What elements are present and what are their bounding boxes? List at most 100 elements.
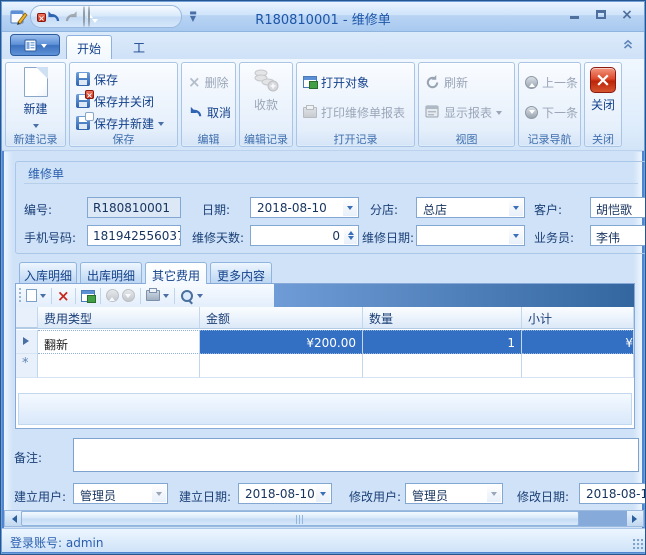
save-and-new-button[interactable]: 保存并新建 — [76, 113, 164, 133]
chevron-down-icon[interactable] — [163, 294, 169, 301]
group-label: 新建记录 — [6, 131, 65, 145]
chevron-down-icon[interactable] — [316, 485, 330, 502]
chevron-down-icon[interactable] — [487, 485, 501, 502]
save-button[interactable]: 保存 — [76, 69, 118, 89]
scroll-right-button[interactable] — [627, 511, 643, 526]
move-down-icon[interactable] — [122, 289, 135, 302]
chevron-down-icon[interactable] — [40, 294, 46, 301]
receive-payment-button[interactable]: 收款 — [240, 67, 292, 113]
modified-by-combo[interactable]: 管理员 — [405, 483, 503, 504]
field-label-bianhao: 编号: — [24, 201, 52, 218]
group-edit: × 删除 取消 编辑 — [181, 62, 236, 147]
new-row-asterisk-icon: * — [22, 356, 29, 371]
printer-icon — [303, 107, 317, 118]
refresh-icon — [425, 75, 440, 90]
open-object-button[interactable]: 打开对象 — [303, 72, 369, 92]
group-label: 编辑 — [182, 131, 235, 145]
current-row-arrow-icon — [23, 337, 33, 345]
maximize-button[interactable] — [594, 8, 608, 22]
delete-x-icon: × — [188, 75, 201, 89]
group-label: 关闭 — [585, 131, 621, 145]
save-and-close-button[interactable]: × 保存并关闭 — [76, 91, 154, 111]
chevron-down-icon[interactable] — [343, 199, 357, 216]
table-export-icon[interactable] — [81, 290, 95, 302]
cell-subtotal[interactable]: ¥ — [522, 330, 634, 354]
tab-outbound-detail[interactable]: 出库明细 — [80, 262, 142, 283]
magnifier-icon[interactable] — [180, 289, 194, 303]
scrollbar-thumb[interactable] — [21, 511, 579, 526]
save-new-icon — [76, 116, 90, 130]
yewuyuan-field[interactable]: 李伟 — [590, 225, 646, 246]
minimize-button[interactable] — [568, 8, 582, 22]
divider — [174, 288, 175, 304]
col-header-subtotal[interactable]: 小计 — [522, 307, 634, 328]
divider — [24, 183, 638, 184]
created-by-combo[interactable]: 管理员 — [73, 483, 168, 504]
tab-inbound-detail[interactable]: 入库明细 — [19, 262, 77, 283]
cell-qty[interactable]: 1 — [363, 330, 522, 354]
ribbon: 新建 新建记录 保存 × 保存并关闭 保存并新建 保存 × — [2, 59, 644, 151]
printer-icon[interactable] — [146, 290, 160, 301]
remark-textarea[interactable] — [73, 438, 639, 472]
wxriqi-combo[interactable] — [416, 225, 525, 246]
new-page-icon — [24, 67, 48, 97]
print-report-button[interactable]: 打印维修单报表 — [303, 102, 405, 122]
field-label-yewuyuan: 业务员: — [534, 229, 574, 246]
fendian-combo[interactable]: 总店 — [416, 197, 525, 218]
report-icon — [425, 105, 440, 119]
col-header-qty[interactable]: 数量 — [363, 307, 522, 328]
group-open-record: 打开对象 打印维修单报表 打开记录 — [296, 62, 415, 147]
scroll-left-button[interactable] — [5, 511, 21, 526]
close-window-button[interactable]: × — [620, 8, 634, 22]
delete-button[interactable]: × 删除 — [188, 72, 229, 92]
chevron-down-icon[interactable] — [509, 227, 523, 244]
col-header-amount[interactable]: 金额 — [200, 307, 363, 328]
tab-more-content[interactable]: 更多内容 — [210, 262, 272, 283]
group-new-record: 新建 新建记录 — [5, 62, 66, 147]
chevron-down-icon — [33, 124, 39, 131]
chevron-down-icon — [158, 122, 164, 129]
save-icon — [76, 72, 90, 86]
refresh-button[interactable]: 刷新 — [425, 72, 468, 92]
toolbar-grip[interactable] — [18, 288, 23, 304]
bianhao-field[interactable]: R180810001 — [87, 197, 181, 218]
new-row-icon[interactable] — [26, 289, 37, 302]
resize-grip-icon[interactable] — [633, 539, 643, 549]
group-record-nav: 上一条 下一条 记录导航 — [518, 62, 581, 147]
group-label: 打开记录 — [297, 131, 414, 145]
scrollbar-track[interactable] — [575, 511, 627, 526]
next-record-button[interactable]: 下一条 — [525, 102, 578, 122]
cell-amount[interactable]: ¥200.00 — [200, 330, 363, 354]
repair-order-groupbox: 维修单 编号: R180810001 日期: 2018-08-10 分店: 总店… — [15, 161, 646, 254]
tab-other-costs[interactable]: 其它费用 — [145, 262, 207, 284]
tab-tools[interactable]: 工具 — [118, 35, 160, 59]
chevron-down-icon[interactable] — [509, 199, 523, 216]
previous-record-button[interactable]: 上一条 — [525, 72, 578, 92]
table-row[interactable]: 翻新 ¥200.00 1 ¥ — [16, 330, 634, 354]
chevron-down-icon[interactable] — [197, 294, 203, 301]
horizontal-scrollbar[interactable] — [4, 510, 644, 527]
cell-cost-type[interactable]: 翻新 — [38, 330, 200, 354]
tianshu-stepper[interactable]: 0 — [250, 225, 359, 246]
created-date-combo[interactable]: 2018-08-10 — [238, 483, 332, 504]
new-button[interactable]: 新建 — [6, 67, 65, 131]
created-date-label: 建立日期: — [179, 488, 231, 505]
field-label-shouji: 手机号码: — [24, 229, 76, 246]
shouji-field[interactable]: 181942556037 — [87, 225, 181, 246]
show-report-button[interactable]: 显示报表 — [425, 102, 502, 122]
collapse-ribbon-icon[interactable] — [622, 38, 634, 50]
move-up-icon[interactable] — [106, 289, 119, 302]
spinner-arrows-icon[interactable] — [344, 227, 357, 244]
modified-date-combo[interactable]: 2018-08-10 — [579, 483, 646, 504]
cancel-button[interactable]: 取消 — [188, 102, 231, 122]
close-button[interactable]: × 关闭 — [585, 67, 621, 113]
tab-start[interactable]: 开始 — [66, 35, 112, 59]
new-row[interactable]: * — [16, 354, 634, 378]
col-header-cost-type[interactable]: 费用类型 — [38, 307, 200, 328]
chevron-down-icon[interactable] — [152, 485, 166, 502]
app-menu-button[interactable] — [10, 34, 60, 56]
delete-row-icon[interactable]: × — [57, 289, 70, 303]
riqi-combo[interactable]: 2018-08-10 — [250, 197, 359, 218]
kehu-field[interactable]: 胡恺歌 — [590, 197, 646, 218]
current-row-indicator — [16, 330, 38, 354]
